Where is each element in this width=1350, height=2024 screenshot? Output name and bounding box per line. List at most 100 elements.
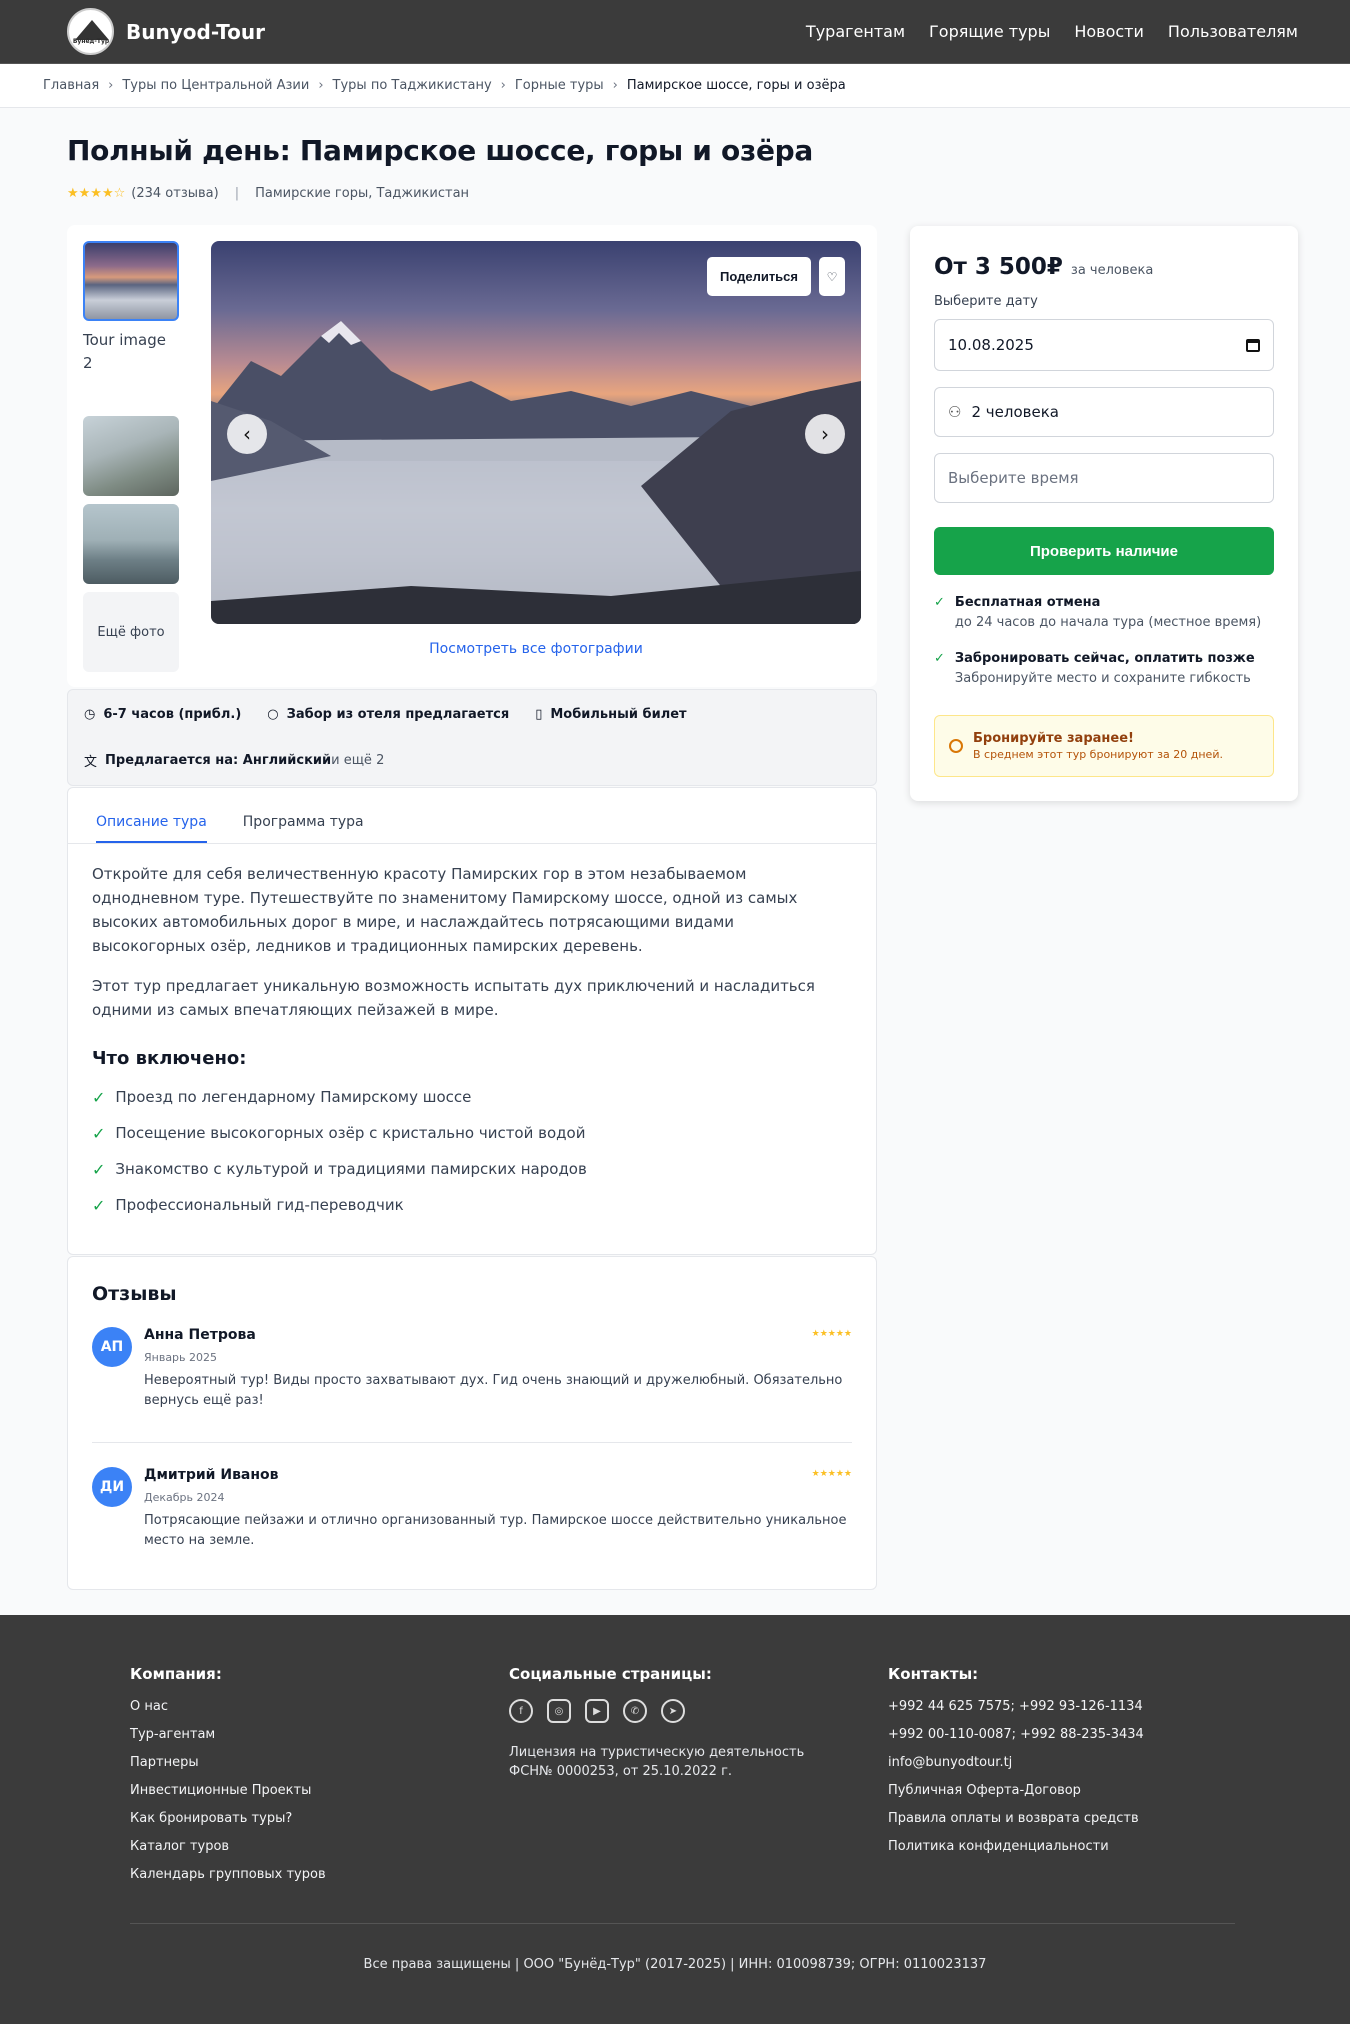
info-languages: 文 Предлагается на: Английский и ещё 2 — [84, 751, 384, 770]
footer-link[interactable]: Каталог туров — [130, 1839, 326, 1867]
map-pin-icon: ○ — [267, 707, 279, 722]
thumbnail-1[interactable] — [83, 241, 179, 321]
included-text: Посещение высокогорных озёр с кристально… — [115, 1124, 586, 1142]
footer-social: Социальные страницы: f ◎ ▶ ✆ ➤ Лицензия … — [509, 1665, 839, 1781]
tab-program[interactable]: Программа тура — [243, 788, 364, 843]
chevron-right-icon: › — [612, 78, 618, 93]
reviews-count[interactable]: (234 отзыва) — [131, 186, 218, 201]
check-availability-button[interactable]: Проверить наличие — [934, 527, 1274, 575]
avatar: АП — [92, 1327, 132, 1367]
booking-card: От 3 500₽ за человека Выберите дату 10.0… — [910, 226, 1298, 801]
footer-link[interactable]: Инвестиционные Проекты — [130, 1783, 326, 1811]
included-text: Знакомство с культурой и традициями пами… — [115, 1160, 587, 1178]
site-footer: Компания: О нас Тур-агентам Партнеры Инв… — [0, 1615, 1350, 2024]
nav-users[interactable]: Пользователям — [1168, 22, 1298, 41]
chevron-left-icon[interactable]: ‹ — [227, 414, 267, 454]
breadcrumb-mountain-tours[interactable]: Горные туры — [515, 78, 604, 93]
page-title: Полный день: Памирское шоссе, горы и озё… — [67, 134, 813, 167]
perk-free-cancel: ✓ Бесплатная отмена до 24 часов до начал… — [934, 593, 1274, 633]
footer-link[interactable]: Партнеры — [130, 1755, 326, 1783]
logo-mark: Бунёд-Тур — [67, 8, 114, 55]
footer-link[interactable]: Как бронировать туры? — [130, 1811, 326, 1839]
price-unit: за человека — [1070, 263, 1154, 278]
chevron-right-icon[interactable]: › — [805, 414, 845, 454]
facebook-icon[interactable]: f — [509, 1699, 533, 1723]
thumbnail-2-broken[interactable]: Tour image 2 — [83, 329, 179, 375]
footer-link[interactable]: О нас — [130, 1699, 326, 1727]
ticket-text: Мобильный билет — [550, 707, 687, 722]
nav-hot-tours[interactable]: Горящие туры — [929, 22, 1050, 41]
description-paragraph-1: Откройте для себя величественную красоту… — [92, 865, 798, 955]
review-stars: ★★★★★ — [811, 1329, 852, 1339]
breadcrumb-central-asia[interactable]: Туры по Центральной Азии — [122, 78, 309, 93]
review-item: АП Анна Петрова Январь 2025 ★★★★★ Неверо… — [92, 1327, 852, 1443]
logo[interactable]: Бунёд-Тур Bunyod-Tour — [67, 8, 265, 55]
duration-text: 6-7 часов (прибл.) — [103, 707, 242, 722]
notice-content: Бронируйте заранее! В среднем этот тур б… — [973, 731, 1223, 761]
footer-link[interactable]: Публичная Оферта-Договор — [888, 1783, 1144, 1811]
perk-subtitle: Забронируйте место и сохраните гибкость — [954, 671, 1251, 686]
footer-link[interactable]: Тур-агентам — [130, 1727, 326, 1755]
perk-title: Забронировать сейчас, оплатить позже — [954, 651, 1255, 666]
footer-link[interactable]: Правила оплаты и возврата средств — [888, 1811, 1144, 1839]
nav-news[interactable]: Новости — [1074, 22, 1144, 41]
contact-email[interactable]: info@bunyodtour.tj — [888, 1755, 1144, 1783]
breadcrumb-tajikistan[interactable]: Туры по Таджикистану — [333, 78, 492, 93]
pickup-text: Забор из отеля предлагается — [286, 707, 510, 722]
perk-content: Бесплатная отмена до 24 часов до начала … — [955, 593, 1261, 633]
reviewer-name: Дмитрий Иванов — [144, 1467, 279, 1483]
time-select[interactable]: Выберите время — [934, 453, 1274, 503]
mountains-illustration — [211, 321, 861, 624]
notice-subtitle: В среднем этот тур бронируют за 20 дней. — [973, 748, 1223, 761]
footer-contacts: Контакты: +992 44 625 7575; +992 93-126-… — [888, 1665, 1144, 1867]
whatsapp-icon[interactable]: ✆ — [623, 1699, 647, 1723]
info-duration: ◷ 6-7 часов (прибл.) — [84, 707, 241, 722]
info-ticket: ▯ Мобильный билет — [535, 707, 686, 722]
check-icon: ✓ — [92, 1087, 106, 1107]
date-label: Выберите дату — [934, 294, 1038, 309]
contact-phone-1[interactable]: +992 44 625 7575; +992 93-126-1134 — [888, 1699, 1144, 1727]
avatar: ДИ — [92, 1467, 132, 1507]
share-button[interactable]: Поделиться — [706, 257, 811, 296]
people-selector[interactable]: ⚇ 2 человека — [934, 387, 1274, 437]
copyright: Все права защищены | ООО "Бунёд-Тур" (20… — [363, 1957, 987, 1972]
languages-more[interactable]: и ещё 2 — [331, 753, 384, 768]
reviewer-name: Анна Петрова — [144, 1327, 256, 1343]
nav-agents[interactable]: Турагентам — [806, 22, 905, 41]
view-all-photos-link[interactable]: Посмотреть все фотографии — [211, 641, 861, 657]
footer-link[interactable]: Политика конфиденциальности — [888, 1839, 1144, 1867]
perk-subtitle: до 24 часов до начала тура (местное врем… — [954, 615, 1262, 630]
footer-contacts-title: Контакты: — [888, 1665, 979, 1683]
breadcrumb-home[interactable]: Главная — [43, 78, 99, 93]
calendar-icon[interactable] — [1246, 338, 1260, 352]
people-icon: ⚇ — [948, 403, 962, 421]
review-item: ДИ Дмитрий Иванов Декабрь 2024 ★★★★★ Пот… — [92, 1467, 852, 1583]
youtube-icon[interactable]: ▶ — [585, 1699, 609, 1723]
instagram-icon[interactable]: ◎ — [547, 1699, 571, 1723]
price: От 3 500₽ — [934, 254, 1063, 280]
footer-link[interactable]: Календарь групповых туров — [130, 1867, 326, 1895]
review-date: Январь 2025 — [144, 1351, 218, 1364]
included-title: Что включено: — [92, 1048, 247, 1069]
footer-divider — [130, 1923, 1235, 1924]
perk-content: Забронировать сейчас, оплатить позже Заб… — [955, 649, 1255, 689]
footer-social-title: Социальные страницы: — [509, 1665, 712, 1683]
thumbnail-3[interactable] — [83, 416, 179, 496]
info-row-2: 文 Предлагается на: Английский и ещё 2 — [84, 751, 384, 770]
list-item: ✓ Проезд по легендарному Памирскому шоссе — [92, 1079, 852, 1115]
social-icons: f ◎ ▶ ✆ ➤ — [509, 1699, 839, 1723]
included-text: Профессиональный гид-переводчик — [115, 1196, 404, 1214]
heart-icon[interactable]: ♡ — [819, 257, 845, 296]
reviews-section: Отзывы АП Анна Петрова Январь 2025 ★★★★★… — [67, 1256, 877, 1590]
check-icon: ✓ — [92, 1123, 106, 1143]
contact-phone-2[interactable]: +992 00-110-0087; +992 88-235-3434 — [888, 1727, 1144, 1755]
tour-description-card: Описание тура Программа тура Откройте дл… — [67, 787, 877, 1255]
site-header: Бунёд-Тур Bunyod-Tour Турагентам Горящие… — [0, 0, 1350, 64]
check-icon: ✓ — [92, 1159, 106, 1179]
thumbnail-4[interactable] — [83, 504, 179, 584]
telegram-icon[interactable]: ➤ — [661, 1699, 685, 1723]
tab-description[interactable]: Описание тура — [96, 788, 207, 843]
more-photos-button[interactable]: Ещё фото — [83, 592, 179, 672]
chevron-right-icon: › — [500, 78, 506, 93]
date-input[interactable]: 10.08.2025 — [934, 319, 1274, 371]
